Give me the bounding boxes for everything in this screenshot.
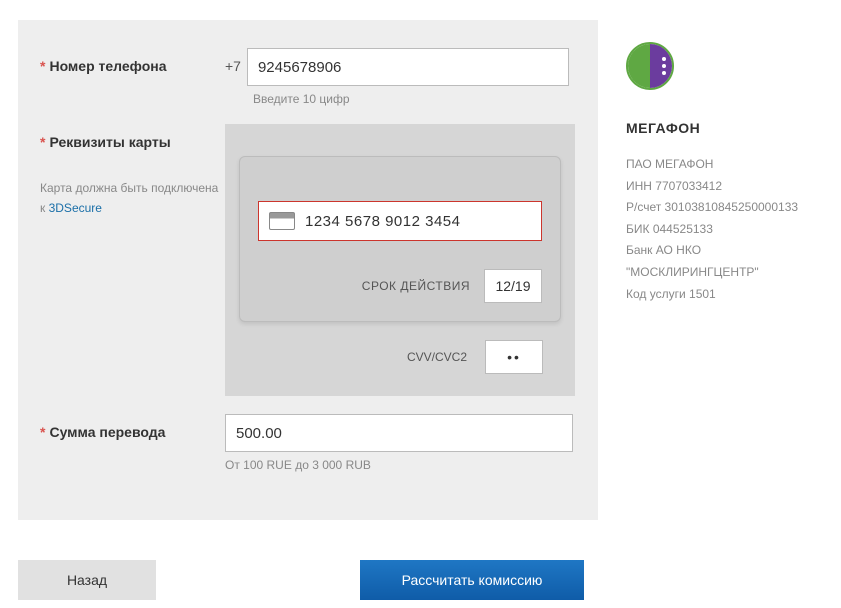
company-info: ПАО МЕГАФОН ИНН 7707033412 Р/счет 301038… xyxy=(626,154,833,305)
company-line: БИК 044525133 xyxy=(626,219,833,241)
company-line: Р/счет 30103810845250000133 xyxy=(626,197,833,219)
company-line: Банк АО НКО "МОСКЛИРИНГЦЕНТР" xyxy=(626,240,833,283)
side-panel: МЕГАФОН ПАО МЕГАФОН ИНН 7707033412 Р/сче… xyxy=(598,20,833,520)
card-number-wrap xyxy=(258,201,542,241)
expiry-label: СРОК ДЕЙСТВИЯ xyxy=(362,279,470,293)
form-panel: *Номер телефона +7 Введите 10 цифр *Рекв… xyxy=(18,20,598,520)
company-name: МЕГАФОН xyxy=(626,120,833,136)
card-block: СРОК ДЕЙСТВИЯ CVV/CVC2 xyxy=(225,124,575,396)
expiry-input[interactable] xyxy=(484,269,542,303)
card-visual: СРОК ДЕЙСТВИЯ xyxy=(239,156,561,322)
amount-label: *Сумма перевода xyxy=(40,414,225,440)
cvv-input[interactable] xyxy=(485,340,543,374)
amount-input[interactable] xyxy=(225,414,573,452)
card-note: Карта должна быть подключена к 3DSecure xyxy=(40,178,225,219)
back-button[interactable]: Назад xyxy=(18,560,156,600)
phone-helper: Введите 10 цифр xyxy=(253,92,576,106)
company-line: ПАО МЕГАФОН xyxy=(626,154,833,176)
phone-label: *Номер телефона xyxy=(40,48,225,74)
card-label: *Реквизиты карты Карта должна быть подкл… xyxy=(40,124,225,219)
company-line: ИНН 7707033412 xyxy=(626,176,833,198)
cvv-label: CVV/CVC2 xyxy=(407,350,467,364)
phone-input[interactable] xyxy=(247,48,569,86)
amount-helper: От 100 RUE до 3 000 RUB xyxy=(225,458,576,472)
phone-prefix: +7 xyxy=(225,48,241,74)
megafon-logo-icon xyxy=(626,42,674,90)
secure-link[interactable]: 3DSecure xyxy=(49,201,102,215)
company-line: Код услуги 1501 xyxy=(626,284,833,306)
card-icon xyxy=(269,212,295,230)
calculate-button[interactable]: Рассчитать комиссию xyxy=(360,560,584,600)
card-number-input[interactable] xyxy=(305,213,531,230)
